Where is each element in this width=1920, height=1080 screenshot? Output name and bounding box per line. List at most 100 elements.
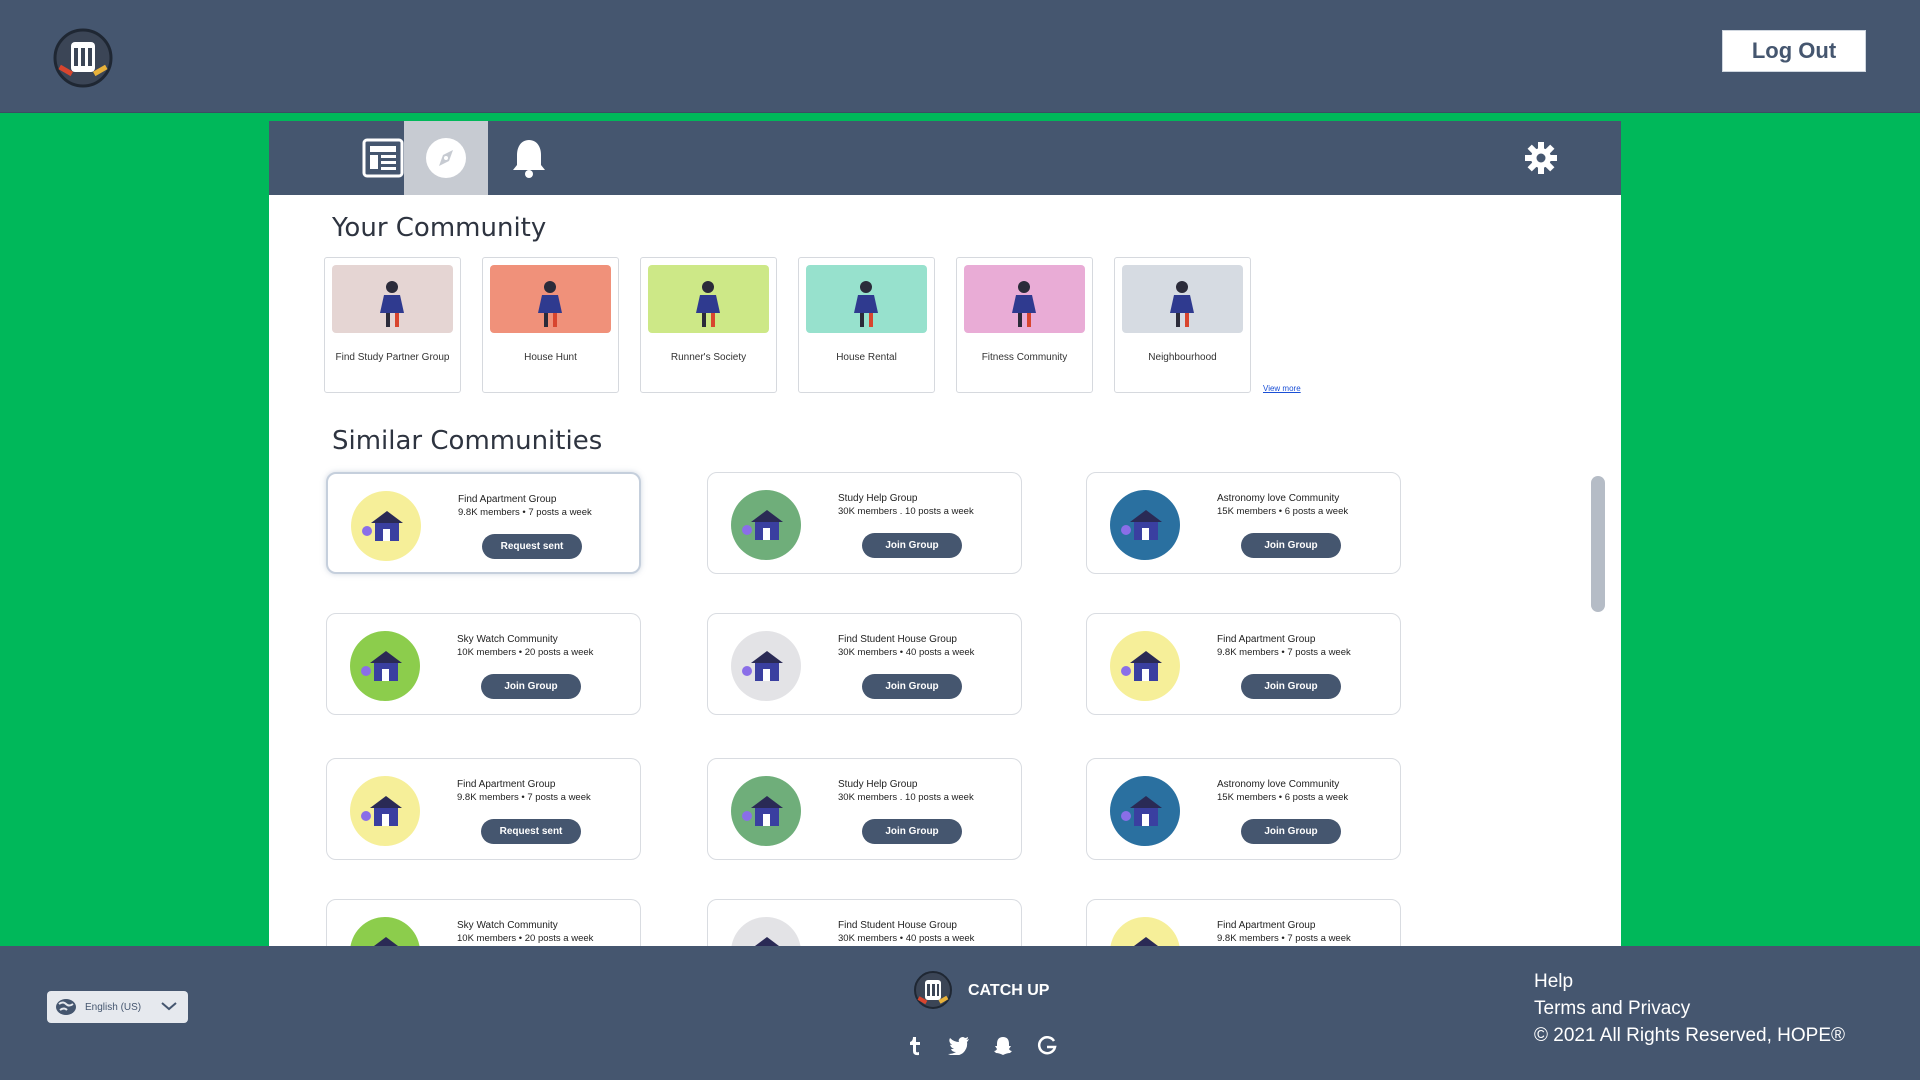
main-panel: Your Community Find Study Partner Group H… (269, 121, 1621, 946)
join-group-button[interactable]: Join Group (862, 533, 962, 558)
similar-community-card: Find Student House Group 30K members • 40… (707, 613, 1022, 715)
community-name: Study Help Group (838, 493, 918, 504)
globe-icon (56, 999, 76, 1015)
community-avatar (1110, 490, 1180, 560)
bell-icon (513, 140, 545, 178)
similar-community-card: Astronomy love Community 15K members • 6 … (1086, 758, 1401, 860)
tab-settings[interactable] (1499, 121, 1583, 195)
join-group-button[interactable]: Join Group (862, 819, 962, 844)
similar-community-card: Study Help Group 30K members . 10 posts a… (707, 472, 1022, 574)
community-card-label: Fitness Community (981, 352, 1068, 363)
community-stats: 15K members • 6 posts a week (1217, 506, 1349, 517)
join-group-button[interactable]: Join Group (481, 674, 581, 699)
catchup-logo-icon (914, 971, 952, 1009)
join-group-button[interactable]: Join Group (1241, 533, 1341, 558)
community-card[interactable]: House Rental (798, 257, 935, 393)
gear-icon (1525, 142, 1557, 174)
community-avatar (350, 776, 420, 846)
community-name: Astronomy love Community (1217, 493, 1340, 504)
community-name: Study Help Group (838, 779, 918, 790)
similar-community-card: Find Student House Group 30K members • 40… (707, 899, 1022, 946)
view-more-link[interactable]: View more (1263, 384, 1301, 393)
brand-name: CATCH UP (968, 982, 1050, 999)
similar-community-card: Find Apartment Group 9.8K members • 7 pos… (1086, 613, 1401, 715)
community-name: Find Apartment Group (1217, 634, 1316, 645)
community-stats: 10K members • 20 posts a week (457, 647, 594, 658)
your-community-title: Your Community (332, 213, 547, 243)
similar-community-card: Sky Watch Community 10K members • 20 post… (326, 899, 641, 946)
community-avatar (350, 631, 420, 701)
community-card-label: House Rental (836, 352, 897, 363)
community-name: Sky Watch Community (457, 920, 558, 931)
hope-logo-icon[interactable] (49, 28, 117, 88)
community-card-label: Runner's Society (670, 352, 747, 363)
community-card[interactable]: House Hunt (482, 257, 619, 393)
scrollbar-thumb[interactable] (1591, 476, 1605, 612)
join-group-button[interactable]: Join Group (862, 674, 962, 699)
join-group-button[interactable]: Join Group (1241, 674, 1341, 699)
community-stats: 9.8K members • 7 posts a week (1217, 647, 1351, 658)
request-sent-button[interactable]: Request sent (482, 534, 582, 559)
tab-bar (269, 121, 1621, 195)
brand: CATCH UP (912, 970, 1062, 1010)
compass-icon (426, 138, 466, 178)
language-label: English (US) (85, 1001, 142, 1013)
top-bar: Log Out (0, 0, 1920, 113)
community-avatar (731, 776, 801, 846)
community-avatar (1110, 917, 1180, 946)
footer-links: Help Terms and Privacy © 2021 All Rights… (1534, 968, 1845, 1049)
community-stats: 30K members . 10 posts a week (838, 792, 974, 803)
language-selector[interactable]: English (US) (47, 991, 188, 1023)
community-card[interactable]: Runner's Society (640, 257, 777, 393)
community-illustration (806, 265, 927, 333)
community-avatar (731, 490, 801, 560)
community-avatar (731, 917, 801, 946)
twitter-icon[interactable] (947, 1034, 971, 1058)
community-stats: 30K members . 10 posts a week (838, 506, 974, 517)
tumblr-icon[interactable] (903, 1034, 927, 1058)
logout-button[interactable]: Log Out (1722, 30, 1866, 72)
community-avatar (731, 631, 801, 701)
google-icon[interactable] (1035, 1034, 1059, 1058)
community-name: Find Student House Group (838, 634, 957, 645)
community-illustration (1122, 265, 1243, 333)
community-avatar (351, 491, 421, 561)
community-stats: 9.8K members • 7 posts a week (458, 507, 592, 518)
community-stats: 10K members • 20 posts a week (457, 933, 594, 944)
snapchat-icon[interactable] (991, 1034, 1015, 1058)
community-avatar (1110, 776, 1180, 846)
similar-community-card: Study Help Group 30K members . 10 posts a… (707, 758, 1022, 860)
community-name: Astronomy love Community (1217, 779, 1340, 790)
similar-community-card: Find Apartment Group 9.8K members • 7 pos… (326, 758, 641, 860)
community-name: Find Apartment Group (1217, 920, 1316, 931)
join-group-button[interactable]: Join Group (1241, 819, 1341, 844)
community-card[interactable]: Find Study Partner Group (324, 257, 461, 393)
community-card-label: House Hunt (524, 352, 577, 363)
community-card[interactable]: Neighbourhood (1114, 257, 1251, 393)
community-name: Find Student House Group (838, 920, 957, 931)
social-links (900, 1034, 1070, 1060)
community-stats: 9.8K members • 7 posts a week (457, 792, 591, 803)
similar-community-card: Astronomy love Community 15K members • 6 … (1086, 472, 1401, 574)
chevron-down-icon (161, 1002, 177, 1011)
similar-communities-title: Similar Communities (332, 426, 603, 456)
request-sent-button[interactable]: Request sent (481, 819, 581, 844)
tab-explore[interactable] (404, 121, 488, 195)
community-illustration (332, 265, 453, 333)
community-stats: 30K members • 40 posts a week (838, 933, 975, 944)
terms-link[interactable]: Terms and Privacy (1534, 995, 1845, 1022)
community-name: Sky Watch Community (457, 634, 558, 645)
community-stats: 9.8K members • 7 posts a week (1217, 933, 1351, 944)
community-card[interactable]: Fitness Community (956, 257, 1093, 393)
community-illustration (490, 265, 611, 333)
community-card-label: Neighbourhood (1148, 352, 1217, 363)
community-name: Find Apartment Group (458, 494, 557, 505)
community-avatar (350, 917, 420, 946)
copyright-text: © 2021 All Rights Reserved, HOPE® (1534, 1025, 1846, 1046)
similar-community-card: Find Apartment Group 9.8K members • 7 pos… (326, 472, 641, 574)
footer: English (US) CATCH UP Help Terms and Pri… (0, 946, 1920, 1080)
community-illustration (964, 265, 1085, 333)
community-stats: 30K members • 40 posts a week (838, 647, 975, 658)
help-link[interactable]: Help (1534, 968, 1845, 995)
tab-notifications[interactable] (487, 121, 571, 195)
